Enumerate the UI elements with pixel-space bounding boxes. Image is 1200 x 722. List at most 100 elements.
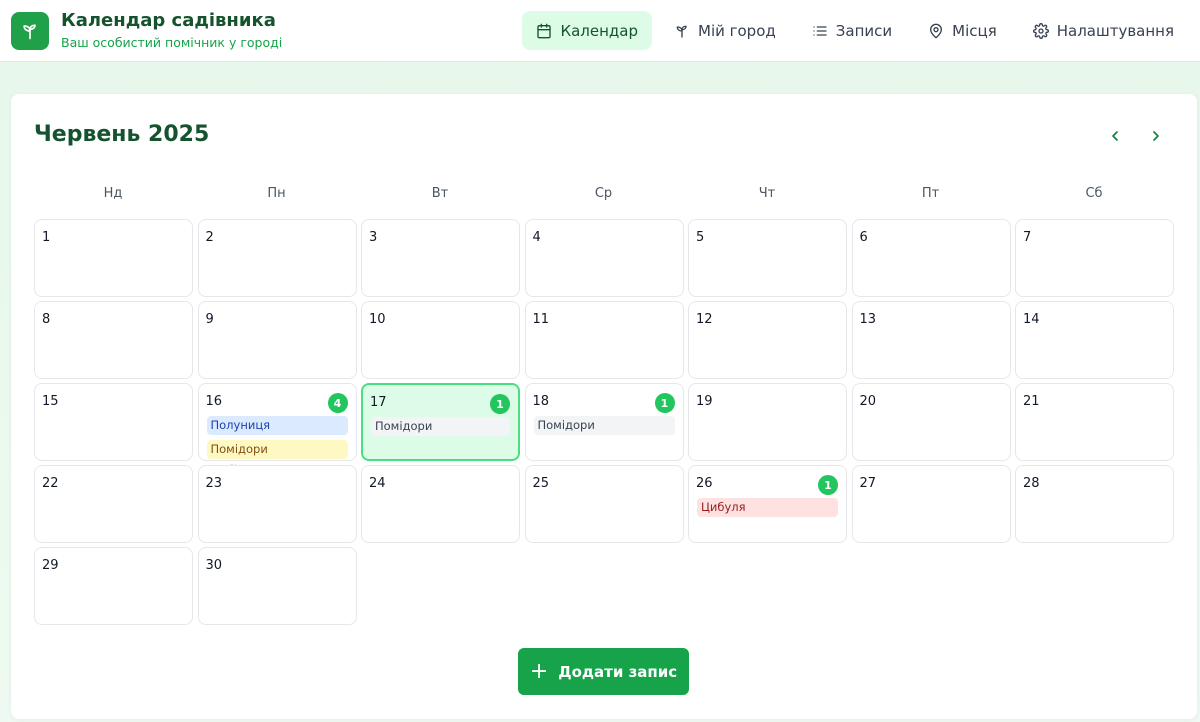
calendar-day[interactable]: 27 [851, 465, 1011, 543]
chevron-right-icon [1153, 131, 1159, 141]
event-chip[interactable]: Помідори [371, 417, 510, 436]
calendar-day[interactable]: 164ПолуницяПомідори+2 більше [197, 383, 357, 476]
calendar-day[interactable]: 18 1 Помідори [524, 383, 684, 461]
weekday-label: Чт [758, 186, 776, 201]
calendar-day[interactable]: 1 [34, 219, 193, 297]
calendar-day[interactable]: 10 [361, 301, 520, 379]
nav-places-label: Місця [952, 21, 997, 40]
day-number: 30 [205, 558, 223, 573]
day-number: 4 [532, 230, 541, 245]
weekday-label: Пн [267, 186, 286, 201]
day-number: 20 [859, 394, 877, 409]
day-number: 15 [42, 394, 59, 409]
calendar-day[interactable]: 6 [851, 219, 1011, 297]
day-number: 1 [42, 230, 51, 245]
next-month-button[interactable] [1142, 122, 1170, 150]
day-number: 24 [369, 476, 386, 491]
nav-settings[interactable]: Налаштування [1019, 11, 1188, 50]
day-number: 3 [369, 230, 378, 245]
calendar-day[interactable]: 4 [524, 219, 684, 297]
map-pin-icon [930, 23, 943, 38]
main-nav: Календар Мій город Записи Місця Налаштув… [514, 11, 1188, 50]
calendar-day[interactable]: 3 [361, 219, 520, 297]
sprout-icon [11, 11, 49, 50]
calendar-day[interactable]: 24 [361, 465, 520, 543]
nav-records-label: Записи [835, 21, 893, 40]
weekday-label: Нд [103, 186, 123, 201]
day-number: 2 [205, 230, 214, 245]
nav-records[interactable]: Записи [798, 11, 906, 50]
event-chip[interactable]: Помідори [206, 440, 348, 459]
nav-my-garden[interactable]: Мій город [660, 11, 790, 50]
day-number: 21 [1023, 394, 1040, 409]
nav-calendar[interactable]: Календар [522, 11, 652, 50]
chevron-left-icon [1112, 131, 1118, 141]
calendar-day[interactable]: 2 [197, 219, 357, 297]
weekday-label: Сб [1085, 186, 1103, 201]
day-number: 28 [1023, 476, 1040, 491]
gear-icon [1032, 22, 1049, 39]
calendar-day[interactable]: 26 1 Цибуля [688, 465, 847, 543]
day-number: 18 [532, 394, 550, 409]
day-number: 9 [205, 312, 214, 327]
calendar-day[interactable]: 21 [1015, 383, 1174, 461]
add-record-button[interactable]: + Додати запис [518, 648, 689, 695]
calendar-card: Червень 2025 Нд Пн Вт Ср Чт Пт Сб 1 2 3 4 5 6 7 8 9 10 1… [11, 94, 1197, 719]
app-subtitle: Ваш особистий помічник у городі [61, 34, 283, 50]
app-title: Календар садівника [61, 9, 276, 31]
calendar-day[interactable]: 9 [197, 301, 357, 379]
calendar-icon [537, 23, 552, 38]
brand: Календар садівника Ваш особистий помічни… [11, 10, 282, 52]
calendar-day[interactable]: 8 [34, 301, 193, 379]
prev-month-button[interactable] [1101, 122, 1129, 150]
day-number: 14 [1023, 312, 1040, 327]
day-number: 12 [696, 312, 713, 327]
calendar-day[interactable]: 23 [197, 465, 357, 543]
app-header: Календар садівника Ваш особистий помічни… [0, 0, 1200, 62]
day-number: 6 [859, 230, 868, 245]
list-icon [813, 25, 827, 36]
day-number: 23 [205, 476, 223, 491]
day-number: 16 [205, 394, 223, 409]
nav-settings-label: Налаштування [1056, 21, 1174, 40]
sprout-icon [676, 25, 687, 38]
calendar-day[interactable]: 25 [524, 465, 684, 543]
nav-my-garden-label: Мій город [698, 21, 776, 40]
calendar-day[interactable]: 5 [688, 219, 847, 297]
nav-places[interactable]: Місця [914, 11, 1011, 50]
calendar-day[interactable]: 12 [688, 301, 847, 379]
calendar-day[interactable]: 19 [688, 383, 847, 461]
calendar-day[interactable]: 11 [524, 301, 684, 379]
event-count-badge: 1 [654, 393, 675, 413]
calendar-day[interactable]: 13 [851, 301, 1011, 379]
calendar-day[interactable]: 20 [851, 383, 1011, 461]
month-title: Червень 2025 [34, 122, 210, 147]
event-chip[interactable]: Полуниця [206, 416, 348, 435]
weekday-label: Вт [431, 186, 449, 201]
event-count-badge: 1 [490, 394, 510, 414]
day-number: 25 [532, 476, 550, 491]
day-number: 13 [859, 312, 877, 327]
day-number: 29 [42, 558, 59, 573]
plus-icon: + [529, 658, 549, 684]
day-number: 8 [42, 312, 51, 327]
day-number: 10 [369, 312, 386, 327]
day-number: 7 [1023, 230, 1032, 245]
calendar-day[interactable]: 30 [197, 547, 357, 625]
calendar-day[interactable]: 22 [34, 465, 193, 543]
day-number: 17 [370, 395, 387, 410]
calendar-day[interactable]: 7 [1015, 219, 1174, 297]
calendar-day[interactable]: 15 [34, 383, 193, 461]
add-record-label: Додати запис [558, 662, 678, 681]
event-count-badge: 4 [327, 393, 348, 413]
calendar-day[interactable]: 29 [34, 547, 193, 625]
event-chip[interactable]: Цибуля [697, 498, 838, 517]
day-number: 19 [696, 394, 713, 409]
nav-calendar-label: Календар [560, 21, 638, 40]
weekday-label: Пт [921, 186, 940, 201]
calendar-day[interactable]: 14 [1015, 301, 1174, 379]
event-chip[interactable]: Помідори [533, 416, 675, 435]
day-number: 11 [532, 312, 550, 327]
calendar-day[interactable]: 28 [1015, 465, 1174, 543]
calendar-day-today[interactable]: 17 1 Помідори [361, 383, 520, 461]
